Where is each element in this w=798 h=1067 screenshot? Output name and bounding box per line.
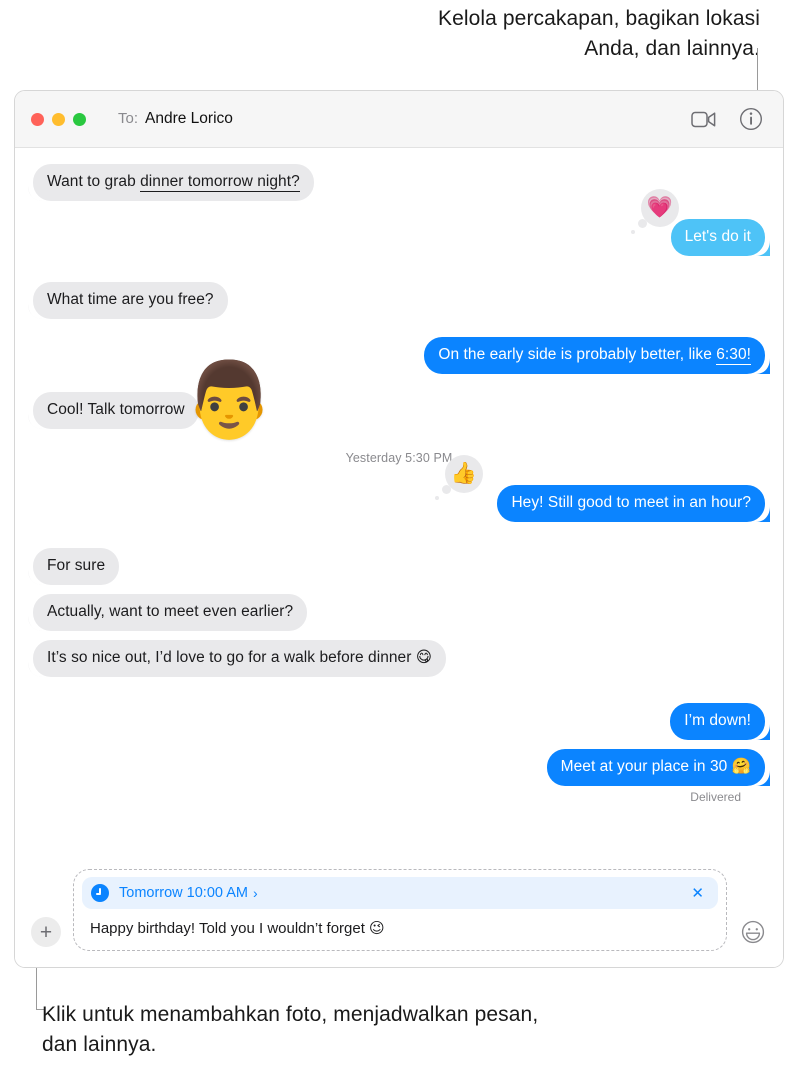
message-row: What time are you free? [33, 282, 765, 319]
chevron-right-icon: › [252, 885, 258, 901]
message-input[interactable]: Happy birthday! Told you I wouldn’t forg… [82, 913, 718, 944]
details-button[interactable] [739, 107, 763, 131]
scheduled-send-label: Tomorrow 10:00 AM [119, 885, 248, 901]
facetime-button[interactable] [691, 110, 717, 129]
message-row: 👍 Hey! Still good to meet in an hour? [33, 455, 765, 522]
tapback-heart[interactable]: 💗 [631, 189, 679, 234]
message-row: 💗 Let's do it [33, 189, 765, 256]
message-text: Cool! Talk tomorrow [47, 401, 185, 418]
message-bubble-outgoing[interactable]: Meet at your place in 30 🤗 [546, 749, 765, 786]
compose-area: + Tomorrow 10:00 AM › ✕ Happy birthday! … [15, 859, 783, 967]
window-titlebar: To: Andre Lorico [15, 91, 783, 148]
recipient-field[interactable]: To: Andre Lorico [118, 110, 233, 128]
message-row: For sure [33, 548, 765, 585]
message-text: Want to grab dinner tomorrow night? [47, 173, 300, 192]
callout-top-leader-line [757, 48, 758, 90]
add-attachment-button[interactable]: + [31, 917, 61, 947]
tapback-dot-small [631, 230, 635, 234]
video-camera-icon [691, 111, 716, 127]
thumbs-up-icon: 👍 [450, 462, 478, 485]
page-root: Kelola percakapan, bagikan lokasi Anda, … [0, 0, 798, 1067]
tapback-thumbs-up[interactable]: 👍 [435, 455, 483, 500]
detected-data-link[interactable]: 6:30! [716, 346, 751, 365]
message-text: Hey! Still good to meet in an hour? [511, 494, 751, 511]
message-row: I’m down! [33, 703, 765, 740]
info-circle-icon [739, 107, 763, 131]
delivery-status-label: Delivered [690, 790, 741, 804]
message-bubble-incoming[interactable]: Want to grab dinner tomorrow night? [33, 164, 314, 201]
memoji-thumbs-up-icon: 👨 [183, 358, 276, 441]
message-bubble-outgoing[interactable]: On the early side is probably better, li… [424, 337, 765, 374]
tapback-dot-small [435, 496, 439, 500]
recipient-name: Andre Lorico [145, 110, 233, 127]
scheduled-send-chip[interactable]: Tomorrow 10:00 AM › ✕ [82, 877, 718, 909]
message-text: It’s so nice out, I’d love to go for a w… [47, 649, 433, 666]
message-bubble-outgoing[interactable]: Hey! Still good to meet in an hour? [497, 485, 765, 522]
conversation-timestamp: Yesterday 5:30 PM [345, 451, 453, 465]
window-controls [31, 112, 86, 126]
message-text: I’m down! [684, 712, 751, 729]
message-text: Actually, want to meet even earlier? [47, 603, 294, 620]
message-bubble-incoming[interactable]: For sure [33, 548, 120, 585]
message-text: Meet at your place in 30 🤗 [560, 758, 751, 775]
close-window-button[interactable] [31, 112, 44, 126]
titlebar-actions [691, 107, 763, 131]
smiley-face-icon [741, 920, 765, 944]
message-row: Actually, want to meet even earlier? [33, 594, 765, 631]
plus-icon: + [39, 920, 53, 944]
emoji-picker-button[interactable] [739, 918, 767, 946]
tapback-dot-large [638, 219, 647, 228]
tapback-dot-large [442, 485, 451, 494]
callout-bottom-text: Klik untuk menambahkan foto, menjadwalka… [42, 1003, 539, 1056]
message-bubble-incoming[interactable]: It’s so nice out, I’d love to go for a w… [33, 640, 447, 677]
heart-icon: 💗 [646, 196, 674, 219]
message-bubble-incoming[interactable]: What time are you free? [33, 282, 228, 319]
minimize-window-button[interactable] [52, 112, 65, 126]
detected-data-link[interactable]: dinner tomorrow night? [140, 173, 300, 192]
messages-window: To: Andre Lorico Want to grab dinner tom… [14, 90, 784, 968]
message-row: It’s so nice out, I’d love to go for a w… [33, 640, 765, 677]
to-label: To: [118, 110, 139, 127]
message-input-container[interactable]: Tomorrow 10:00 AM › ✕ Happy birthday! To… [73, 869, 727, 951]
callout-top-text: Kelola percakapan, bagikan lokasi Anda, … [437, 7, 760, 60]
message-text: What time are you free? [47, 291, 214, 308]
message-transcript[interactable]: Want to grab dinner tomorrow night? 💗 Le… [15, 148, 783, 859]
message-row: On the early side is probably better, li… [33, 337, 765, 374]
message-bubble-incoming[interactable]: Cool! Talk tomorrow [33, 392, 199, 429]
message-row: Meet at your place in 30 🤗 [33, 749, 765, 786]
memoji-sticker[interactable]: 👨 [183, 363, 275, 437]
message-bubble-incoming[interactable]: Actually, want to meet even earlier? [33, 594, 308, 631]
clock-icon [91, 884, 109, 902]
message-bubble-outgoing[interactable]: I’m down! [670, 703, 765, 740]
message-text: For sure [47, 557, 106, 574]
maximize-window-button[interactable] [73, 112, 86, 126]
message-text: On the early side is probably better, li… [438, 346, 751, 365]
message-text: Let's do it [684, 228, 751, 245]
message-row: Cool! Talk tomorrow 👨 [33, 363, 765, 437]
remove-schedule-button[interactable]: ✕ [691, 884, 708, 902]
message-bubble-outgoing[interactable]: Let's do it [670, 219, 765, 256]
